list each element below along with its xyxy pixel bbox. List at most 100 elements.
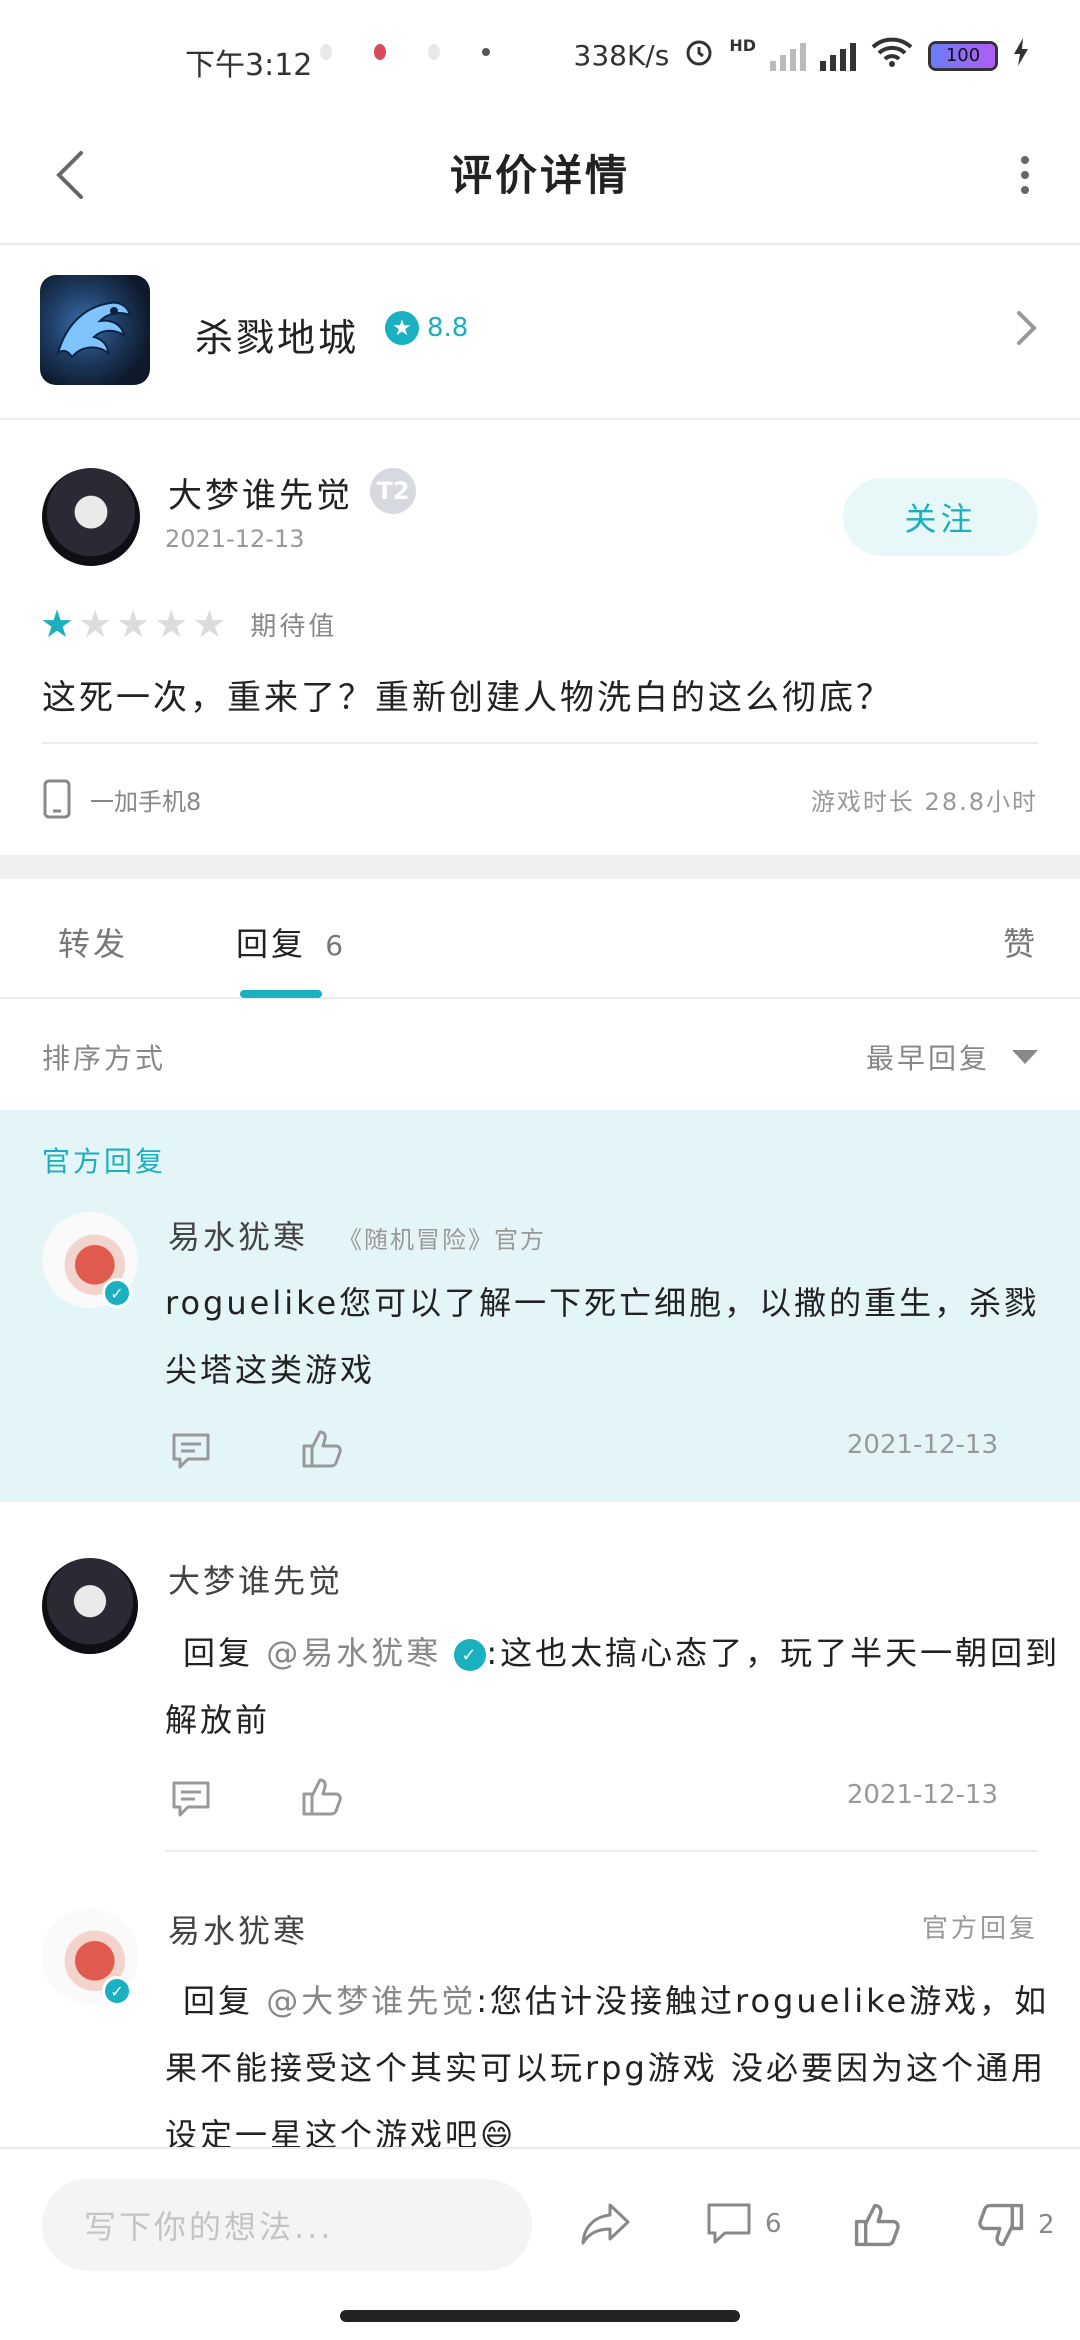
game-name: 杀戮地城 (195, 316, 360, 360)
phone-icon (43, 779, 71, 819)
mention-link[interactable]: @大梦谁先觉 (266, 1982, 476, 2020)
status-right: 338K/s HD 100 (574, 36, 1031, 75)
official-reply-tag: 官方回复 (921, 1914, 1038, 1944)
notification-dot-icon (482, 48, 490, 56)
bottom-action-bar: 写下你的想法... 6 2 (0, 2147, 1080, 2297)
rating-stars: ★ ★ ★ ★ ★ 期待值 (40, 605, 337, 643)
more-dot-icon (1021, 186, 1029, 194)
more-options-button[interactable] (1010, 150, 1040, 200)
tab-bar: 转发 回复 6 赞 (0, 879, 1080, 999)
status-bar: 下午3:12 338K/s HD 100 (0, 0, 1080, 110)
reply-word: 回复 (183, 1982, 254, 2020)
verified-badge-icon: ✓ (454, 1639, 487, 1671)
comment-input[interactable]: 写下你的想法... (42, 2179, 532, 2271)
tab-forward[interactable]: 转发 (58, 919, 128, 965)
level-badge: T2 (370, 468, 416, 514)
net-speed: 338K/s (573, 39, 670, 72)
share-icon (581, 2203, 630, 2245)
star-badge-icon: ★ (385, 311, 419, 345)
review-card: 大梦谁先觉 T2 2021-12-13 关注 ★ ★ ★ ★ ★ 期待值 这死一… (0, 420, 1080, 855)
dislike-button[interactable]: 2 (978, 2201, 1055, 2249)
hd-label: HD (729, 36, 756, 55)
divider (42, 742, 1038, 744)
status-time: 下午3:12 (185, 48, 313, 83)
official-reply-block: 官方回复 ✓ 易水犹寒 《随机冒险》官方 roguelike您可以了解一下死亡细… (0, 1110, 1080, 1502)
sort-label: 排序方式 (42, 1042, 167, 1075)
official-text: roguelike您可以了解一下死亡细胞，以撒的重生，杀戮尖塔这类游戏 (165, 1284, 1040, 1389)
official-tag: 《随机冒险》官方 (338, 1226, 546, 1254)
comment-author[interactable]: 大梦谁先觉 (168, 1556, 343, 1602)
battery-level: 100 (945, 45, 981, 66)
star-icon: ★ (78, 602, 113, 646)
like-button[interactable] (298, 1774, 344, 1820)
more-dot-icon (1021, 156, 1029, 164)
device-info: 一加手机8 (42, 778, 201, 820)
charging-icon (1012, 37, 1030, 74)
home-indicator[interactable] (340, 2310, 740, 2322)
tab-reply-label: 回复 (236, 925, 307, 963)
review-date: 2021-12-13 (165, 525, 305, 553)
comments-button[interactable]: 6 (705, 2201, 782, 2247)
comment-icon (707, 2203, 751, 2244)
like-button[interactable] (298, 1426, 344, 1472)
signal-icon (770, 41, 806, 71)
chevron-right-icon (1016, 310, 1038, 350)
divider (165, 1850, 1038, 1852)
verified-badge-icon: ✓ (102, 1976, 132, 2006)
reviewer-name[interactable]: 大梦谁先觉 (168, 468, 353, 517)
comment-avatar[interactable] (42, 1558, 138, 1654)
tab-reply-count: 6 (325, 929, 347, 962)
official-reply-label: 官方回复 (42, 1145, 167, 1178)
star-icon: ★ (192, 602, 227, 646)
device-name: 一加手机8 (90, 787, 202, 816)
thumbs-up-icon (302, 1778, 342, 1816)
page-title: 评价详情 (449, 151, 630, 200)
sort-dropdown[interactable]: 最早回复 (866, 1037, 1038, 1077)
reply-word: 回复 (183, 1634, 254, 1672)
comment-text: 回复 @易水犹寒 ✓:这也太搞心态了，玩了半天一朝回到解放前 (165, 1620, 1065, 1754)
mention-link[interactable]: @易水犹寒 (266, 1634, 441, 1672)
follow-button[interactable]: 关注 (843, 478, 1038, 556)
comment-date: 2021-12-13 (846, 1780, 998, 1810)
more-dot-icon (1021, 171, 1029, 179)
review-text: 这死一次，重来了？重新创建人物洗白的这么彻底？ (42, 678, 893, 718)
notification-icon (428, 44, 440, 60)
official-date: 2021-12-13 (846, 1430, 998, 1460)
comment-author[interactable]: 易水犹寒 (168, 1906, 308, 1952)
notification-icon (374, 44, 386, 60)
thumbs-down-icon (978, 2203, 1024, 2247)
thumbs-up-icon (854, 2203, 900, 2247)
comment-count: 6 (765, 2209, 782, 2239)
star-icon: ★ (40, 602, 75, 646)
battery-icon: 100 (928, 40, 998, 71)
star-icon: ★ (116, 602, 151, 646)
verified-badge-icon: ✓ (102, 1278, 132, 1308)
game-rating: ★ 8.8 (385, 311, 468, 345)
star-icon: ★ (154, 602, 189, 646)
sort-row: 排序方式 最早回复 (0, 1001, 1080, 1111)
comment-button[interactable] (168, 1776, 214, 1822)
notification-icon (320, 44, 332, 60)
signal-icon (820, 41, 856, 71)
comment-text: 回复 @大梦谁先觉:您估计没接触过roguelike游戏，如果不能接受这个其实可… (165, 1968, 1065, 2148)
dislike-count: 2 (1038, 2210, 1055, 2240)
game-rating-value: 8.8 (427, 313, 469, 343)
dropdown-arrow-icon (1012, 1050, 1038, 1064)
tab-reply[interactable]: 回复 6 (236, 919, 346, 965)
like-button[interactable] (852, 2201, 900, 2249)
comment-icon (172, 1433, 210, 1469)
tab-indicator (240, 990, 322, 998)
comment-button[interactable] (168, 1428, 214, 1474)
play-time: 游戏时长 28.8小时 (810, 788, 1038, 816)
tab-like[interactable]: 赞 (1003, 919, 1038, 965)
comment-icon (172, 1781, 210, 1817)
sort-value: 最早回复 (865, 1042, 990, 1075)
game-card[interactable]: 杀戮地城 ★ 8.8 (0, 245, 1080, 420)
notification-icons (320, 44, 490, 60)
alarm-icon (683, 36, 715, 75)
thumbs-up-icon (302, 1430, 342, 1468)
reviewer-avatar[interactable] (42, 468, 140, 566)
share-button[interactable] (580, 2201, 632, 2247)
official-author[interactable]: 易水犹寒 (168, 1212, 308, 1258)
wifi-icon (870, 36, 914, 75)
